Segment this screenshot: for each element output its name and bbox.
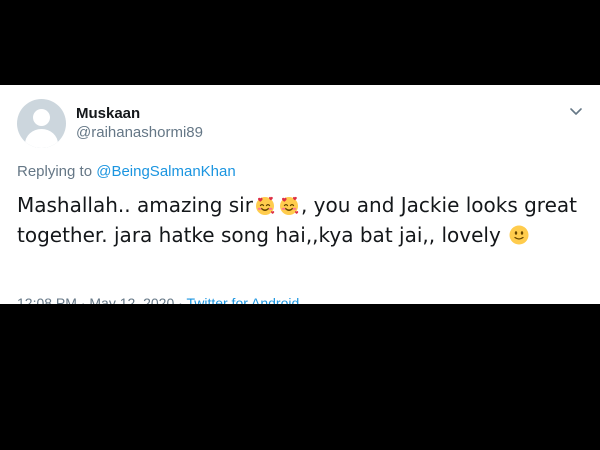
tweet-time[interactable]: 12:08 PM (17, 295, 77, 304)
replying-to-mention-link[interactable]: @BeingSalmanKhan (96, 163, 235, 180)
chevron-down-icon[interactable] (568, 105, 584, 119)
smiling-face-with-hearts-icon (279, 196, 299, 215)
tweet-date[interactable]: May 12, 2020 (89, 295, 174, 304)
replying-to-label: Replying to (17, 163, 97, 180)
avatar[interactable] (17, 99, 66, 148)
default-avatar-head (33, 109, 50, 126)
author-name[interactable]: Muskaan (76, 105, 140, 122)
tweet-text-part1: Mashallah.. amazing sir (17, 193, 253, 217)
smiling-face-with-hearts-icon (255, 196, 275, 215)
slightly-smiling-face-icon (509, 225, 529, 245)
replying-to-line: Replying to @BeingSalmanKhan (17, 163, 236, 180)
tweet-source-link[interactable]: Twitter for Android (186, 295, 299, 304)
tweet-card[interactable]: Muskaan @raihanashormi89 Replying to @Be… (0, 85, 600, 304)
author-handle[interactable]: @raihanashormi89 (76, 124, 203, 141)
tweet-meta: 12:08 PM · May 12, 2020 · Twitter for An… (17, 295, 299, 304)
meta-separator: · (174, 295, 187, 304)
meta-separator: · (76, 295, 90, 304)
tweet-text: Mashallah.. amazing sir , you and Jackie… (17, 190, 587, 250)
default-avatar-body (25, 129, 58, 148)
